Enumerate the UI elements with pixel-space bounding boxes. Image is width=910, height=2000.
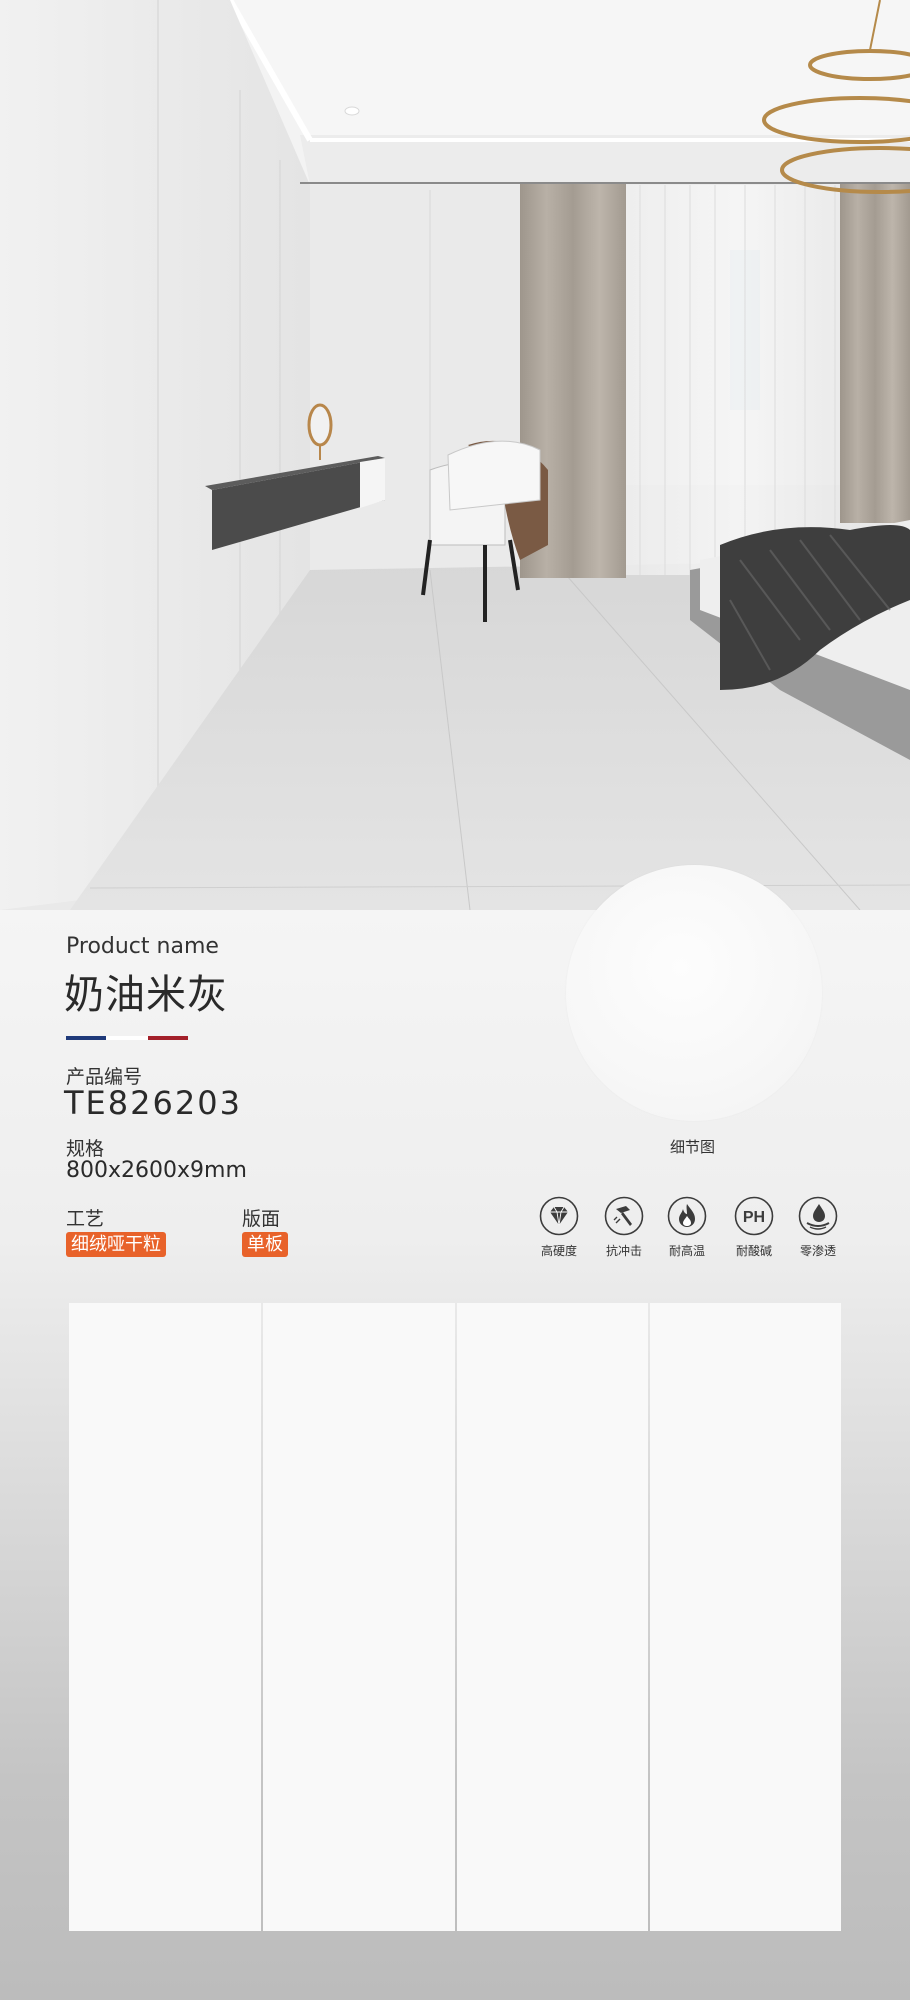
divider-white-stripe (106, 1036, 148, 1040)
detail-caption: 细节图 (670, 1138, 716, 1156)
tile-slab (457, 1303, 648, 1931)
tile-slab (263, 1303, 455, 1931)
feature-impact: 抗冲击 (589, 1196, 659, 1259)
hammer-icon (604, 1196, 644, 1236)
feature-hardness: 高硬度 (524, 1196, 594, 1259)
craft-badge: 细绒哑干粒 (66, 1232, 166, 1257)
spec-value: 800x2600x9mm (66, 1158, 247, 1183)
spec-label: 规格 (66, 1138, 105, 1160)
feature-label: 耐酸碱 (735, 1244, 772, 1258)
flame-icon (667, 1196, 707, 1236)
water-drop-icon (798, 1196, 838, 1236)
feature-acid-alkali: PH 耐酸碱 (719, 1196, 789, 1259)
feature-heat: 耐高温 (652, 1196, 722, 1259)
room-render-image (0, 0, 910, 910)
tricolor-divider (66, 1036, 188, 1040)
product-code: TE826203 (64, 1084, 242, 1122)
tile-slab-gallery (69, 1303, 841, 1931)
craft-label: 工艺 (66, 1208, 105, 1230)
texture-detail-image (566, 865, 822, 1121)
feature-label: 高硬度 (540, 1244, 577, 1258)
feature-label: 零渗透 (799, 1244, 836, 1258)
face-label: 版面 (242, 1208, 281, 1230)
feature-waterproof: 零渗透 (783, 1196, 853, 1259)
feature-label: 耐高温 (668, 1244, 705, 1258)
diamond-icon (539, 1196, 579, 1236)
divider-blue-stripe (66, 1036, 106, 1040)
tile-slab (650, 1303, 841, 1931)
product-name-label: Product name (66, 934, 219, 959)
face-badge: 单板 (242, 1232, 288, 1257)
feature-label: 抗冲击 (605, 1244, 642, 1258)
tile-slab (69, 1303, 261, 1931)
divider-red-stripe (148, 1036, 188, 1040)
ph-icon: PH (734, 1196, 774, 1236)
ph-glyph: PH (743, 1209, 765, 1226)
product-name: 奶油米灰 (64, 972, 228, 1018)
